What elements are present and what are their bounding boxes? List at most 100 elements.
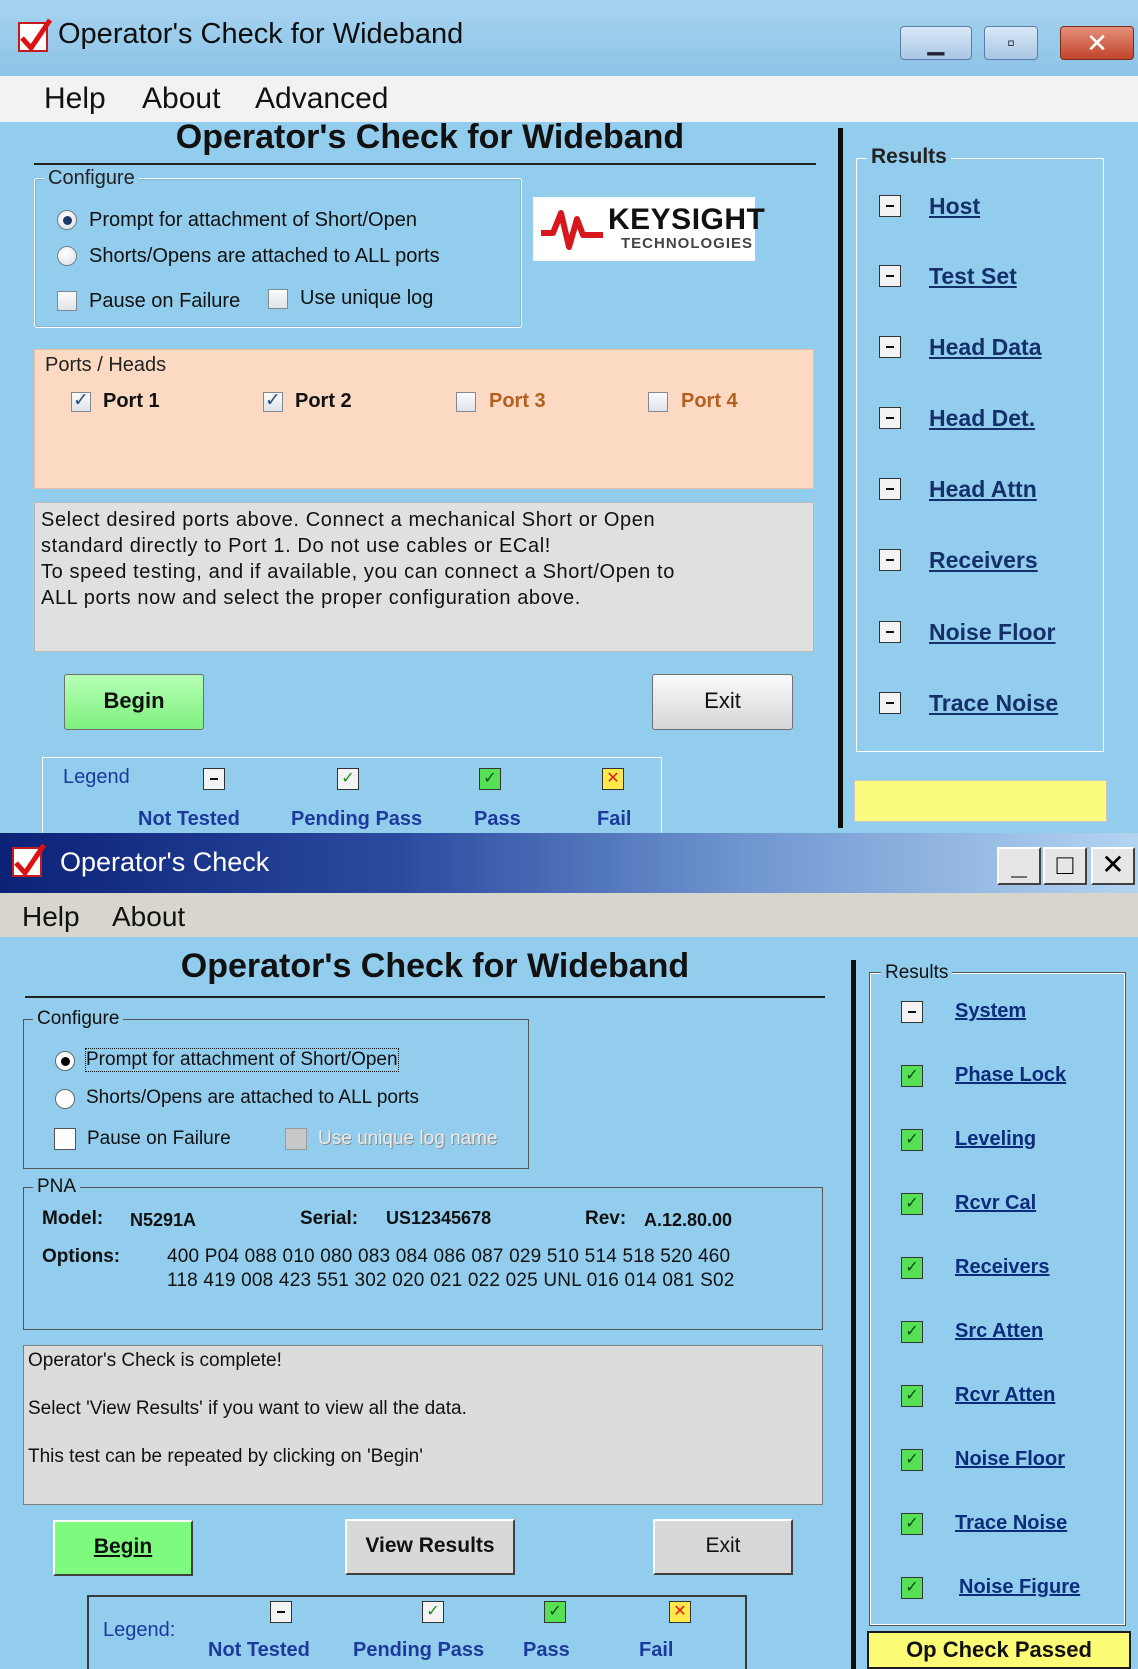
message-line: Operator's Check is complete! <box>28 1350 282 1371</box>
port-1-checkbox[interactable]: ✓ <box>71 390 91 412</box>
message-line: ALL ports now and select the proper conf… <box>41 587 581 609</box>
result-label[interactable]: Leveling <box>955 1128 1036 1151</box>
result-label[interactable]: Src Atten <box>955 1320 1043 1343</box>
title-bar[interactable]: Operator's Check _ □ ✕ <box>0 833 1138 893</box>
exit-label[interactable]: Exit <box>705 1534 740 1557</box>
window-title: Operator's Check for Wideband <box>58 18 464 50</box>
title-bar[interactable]: Operator's Check for Wideband ▁ ▫ ✕ <box>0 0 1138 76</box>
result-label[interactable]: Receivers <box>955 1256 1050 1279</box>
pause-on-failure-label[interactable]: Pause on Failure <box>89 290 240 313</box>
port-4-checkbox[interactable] <box>648 392 668 412</box>
result-label[interactable]: Rcvr Atten <box>955 1384 1055 1407</box>
status-passed-banner: Op Check Passed <box>867 1631 1131 1669</box>
result-label[interactable]: Head Det. <box>929 405 1035 432</box>
result-label[interactable]: Host <box>929 193 980 220</box>
keysight-logo: KEYSIGHT TECHNOLOGIES <box>533 197 765 261</box>
legend-label: Legend <box>63 766 130 788</box>
app-check-icon <box>18 18 52 53</box>
legend-not-tested: Not Tested <box>208 1639 310 1661</box>
status-box <box>854 780 1107 822</box>
result-label[interactable]: Rcvr Cal <box>955 1192 1036 1215</box>
menu-help[interactable]: Help <box>44 82 106 116</box>
result-label[interactable]: System <box>955 1000 1026 1023</box>
result-label[interactable]: Noise Figure <box>959 1576 1080 1599</box>
port-2-label[interactable]: Port 2 <box>295 390 352 413</box>
window-wideband-check: Operator's Check for Wideband ▁ ▫ ✕ Help… <box>0 0 1138 833</box>
begin-button[interactable]: Begin <box>53 1520 193 1576</box>
not-tested-icon <box>879 195 901 217</box>
menu-help[interactable]: Help <box>22 901 80 933</box>
menu-bar: Help About <box>0 893 1138 937</box>
not-tested-icon <box>879 621 901 643</box>
close-button[interactable]: ✕ <box>1060 26 1134 60</box>
ports-heads-label: Ports / Heads <box>41 354 171 377</box>
radio-all-ports[interactable] <box>55 1089 75 1109</box>
radio-prompt-short-open[interactable] <box>57 210 77 230</box>
pending-pass-icon: ✓ <box>422 1601 444 1623</box>
port-3-label[interactable]: Port 3 <box>489 390 546 413</box>
message-line: This test can be repeated by clicking on… <box>28 1446 423 1467</box>
result-label[interactable]: Test Set <box>929 263 1017 290</box>
not-tested-icon <box>879 549 901 571</box>
results-label: Results <box>881 962 953 984</box>
result-label[interactable]: Head Data <box>929 334 1041 361</box>
result-label[interactable]: Receivers <box>929 547 1038 574</box>
pna-group: PNA Model: N5291A Serial: US12345678 Rev… <box>23 1176 823 1330</box>
result-label[interactable]: Phase Lock <box>955 1064 1066 1087</box>
maximize-button[interactable]: ▫ <box>984 26 1038 60</box>
radio-prompt-label[interactable]: Prompt for attachment of Short/Open <box>85 1048 399 1072</box>
port-4-label[interactable]: Port 4 <box>681 390 738 413</box>
menu-bar: Help About Advanced <box>0 76 1138 122</box>
view-results-button[interactable]: View Results <box>345 1519 515 1575</box>
serial-label: Serial: <box>300 1208 359 1229</box>
fail-icon: ✕ <box>669 1601 691 1623</box>
minimize-button[interactable]: ▁ <box>900 26 972 60</box>
rev-label: Rev: <box>585 1208 627 1229</box>
unique-log-label[interactable]: Use unique log <box>300 287 433 310</box>
pass-icon: ✓ <box>901 1449 923 1471</box>
maximize-button[interactable]: □ <box>1043 847 1087 885</box>
pause-on-failure-checkbox[interactable] <box>54 1128 76 1150</box>
exit-button[interactable]: Exit <box>653 1519 793 1575</box>
status-message: Operator's Check is complete! Select 'Vi… <box>23 1345 823 1505</box>
close-icon: ✕ <box>1086 28 1108 58</box>
radio-all-ports-label[interactable]: Shorts/Opens are attached to ALL ports <box>89 245 440 268</box>
message-line: standard directly to Port 1. Do not use … <box>41 535 551 557</box>
begin-button[interactable]: Begin <box>64 674 204 730</box>
view-results-label[interactable]: View Results <box>365 1534 494 1557</box>
radio-prompt-label[interactable]: Prompt for attachment of Short/Open <box>89 209 417 232</box>
not-tested-icon <box>879 336 901 358</box>
radio-all-ports[interactable] <box>57 246 77 266</box>
close-button[interactable]: ✕ <box>1091 847 1135 885</box>
port-1-label[interactable]: Port 1 <box>103 390 160 413</box>
minimize-icon: ▁ <box>927 30 945 55</box>
result-label[interactable]: Noise Floor <box>929 619 1056 646</box>
result-label[interactable]: Trace Noise <box>955 1512 1067 1535</box>
pass-icon: ✓ <box>901 1577 923 1599</box>
result-label[interactable]: Head Attn <box>929 476 1037 503</box>
menu-about[interactable]: About <box>112 901 185 933</box>
begin-label[interactable]: Begin <box>94 1535 152 1558</box>
minimize-button[interactable]: _ <box>997 847 1041 885</box>
vertical-divider <box>838 128 843 828</box>
radio-all-ports-label[interactable]: Shorts/Opens are attached to ALL ports <box>86 1087 419 1109</box>
configure-label: Configure <box>33 1008 124 1030</box>
menu-advanced[interactable]: Advanced <box>255 82 388 116</box>
pause-on-failure-checkbox[interactable] <box>57 291 77 311</box>
menu-about[interactable]: About <box>142 82 220 116</box>
legend-pass: Pass <box>523 1639 570 1661</box>
exit-button[interactable]: Exit <box>652 674 793 730</box>
window-title: Operator's Check <box>60 847 270 877</box>
pass-icon: ✓ <box>901 1193 923 1215</box>
result-label[interactable]: Trace Noise <box>929 690 1058 717</box>
keysight-name: KEYSIGHT <box>608 203 766 236</box>
radio-prompt-short-open[interactable] <box>55 1051 75 1071</box>
port-3-checkbox[interactable] <box>456 392 476 412</box>
pause-on-failure-label[interactable]: Pause on Failure <box>87 1128 231 1150</box>
port-2-checkbox[interactable]: ✓ <box>263 390 283 412</box>
options-line-1: 400 P04 088 010 080 083 084 086 087 029 … <box>167 1246 731 1267</box>
unique-log-checkbox[interactable] <box>268 289 288 309</box>
keysight-wave-icon <box>541 210 603 250</box>
result-label[interactable]: Noise Floor <box>955 1448 1065 1471</box>
maximize-icon: ▫ <box>1007 30 1015 55</box>
